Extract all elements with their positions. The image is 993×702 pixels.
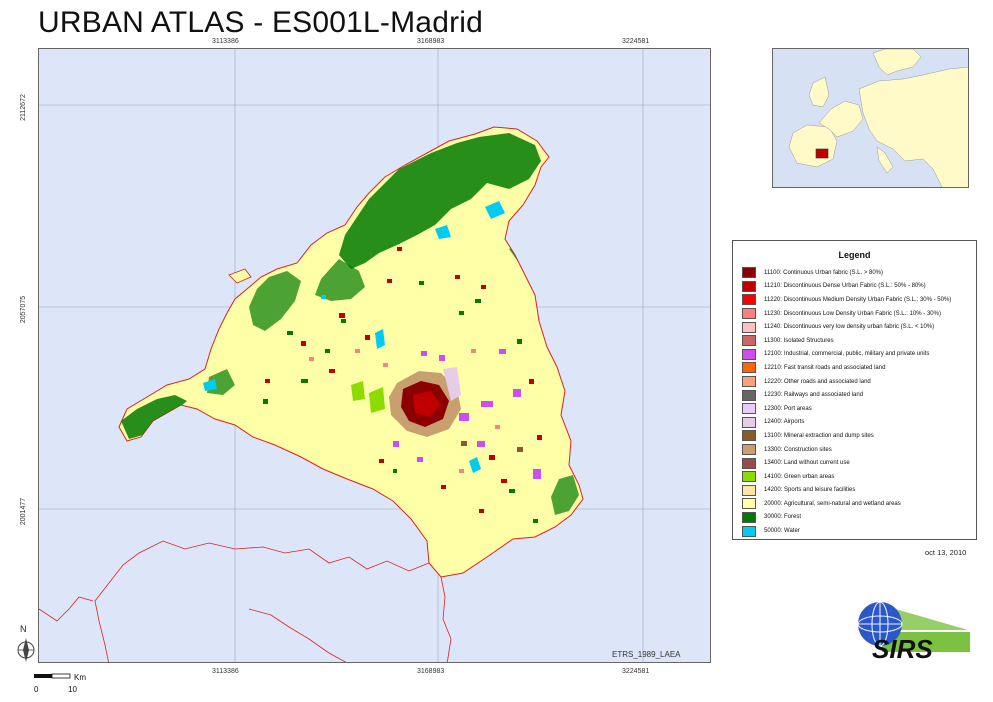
legend-label: 12300: Port areas bbox=[764, 405, 812, 412]
legend-label: 11220: Discontinuous Medium Density Urba… bbox=[764, 296, 952, 303]
legend-label: 12400: Airports bbox=[764, 419, 805, 426]
grid-label-top-2: 3168983 bbox=[417, 38, 445, 45]
legend-swatch bbox=[742, 280, 756, 292]
legend-swatch bbox=[742, 362, 756, 374]
legend-label: 11240: Discontinuous very low density ur… bbox=[764, 324, 935, 331]
legend-label: 14200: Sports and leisure facilities bbox=[764, 487, 856, 494]
legend-item: 50000: Water bbox=[733, 524, 976, 538]
north-label: N bbox=[20, 624, 27, 634]
grid-label-left-1: 2112672 bbox=[19, 94, 27, 121]
legend-item: 11230: Discontinuous Low Density Urban F… bbox=[733, 307, 976, 321]
legend-label: 20000: Agricultural, semi-natural and we… bbox=[764, 500, 901, 507]
legend-swatch bbox=[742, 471, 756, 483]
scale-bar: Km 0 10 bbox=[32, 672, 112, 696]
enclave bbox=[228, 268, 252, 284]
legend-item: 11210: Discontinuous Dense Urban Fabric … bbox=[733, 280, 976, 294]
legend-label: 50000: Water bbox=[764, 528, 800, 535]
crs-label: ETRS_1989_LAEA bbox=[612, 650, 681, 659]
map-title: URBAN ATLAS - ES001L-Madrid bbox=[38, 6, 484, 39]
legend-label: 13300: Construction sites bbox=[764, 446, 832, 453]
legend-swatch bbox=[742, 267, 756, 279]
grid-label-top-3: 3224581 bbox=[622, 38, 650, 45]
legend-swatch bbox=[742, 321, 756, 333]
grid-label-bottom-3: 3224581 bbox=[622, 668, 650, 675]
legend-item: 12210: Fast transit roads and associated… bbox=[733, 361, 976, 375]
legend-label: 12100: Industrial, commercial, public, m… bbox=[764, 351, 930, 358]
legend-label: 12220: Other roads and associated land bbox=[764, 378, 871, 385]
map-date: oct 13, 2010 bbox=[925, 548, 967, 557]
europe-overview bbox=[773, 49, 968, 187]
legend-swatch bbox=[742, 457, 756, 469]
legend-label: 14100: Green urban areas bbox=[764, 473, 835, 480]
north-arrow-icon: N bbox=[14, 620, 38, 668]
scale-unit: Km bbox=[74, 673, 86, 682]
legend-item: 30000: Forest bbox=[733, 511, 976, 525]
legend-item: 11100: Continuous Urban fabric (S.L. > 8… bbox=[733, 266, 976, 280]
scale-label-10: 10 bbox=[68, 685, 77, 694]
legend-item: 12220: Other roads and associated land bbox=[733, 375, 976, 389]
legend-item: 13300: Construction sites bbox=[733, 443, 976, 457]
province-borders bbox=[39, 540, 452, 662]
legend-label: 11210: Discontinuous Dense Urban Fabric … bbox=[764, 283, 926, 290]
sirs-logo: SIRS bbox=[852, 596, 970, 664]
legend-item: 14100: Green urban areas bbox=[733, 470, 976, 484]
legend-label: 12210: Fast transit roads and associated… bbox=[764, 364, 886, 371]
madrid-location-marker bbox=[815, 148, 829, 159]
legend-item: 13100: Mineral extraction and dump sites bbox=[733, 429, 976, 443]
legend-swatch bbox=[742, 430, 756, 442]
legend-item: 13400: Land without current use bbox=[733, 456, 976, 470]
legend-swatch bbox=[742, 416, 756, 428]
legend-swatch bbox=[742, 525, 756, 537]
legend-swatch bbox=[742, 484, 756, 496]
land-use-map bbox=[39, 49, 710, 662]
legend-item: 11240: Discontinuous very low density ur… bbox=[733, 320, 976, 334]
legend-item: 14200: Sports and leisure facilities bbox=[733, 484, 976, 498]
legend-title: Legend bbox=[838, 250, 871, 260]
grid-label-left-2: 2057075 bbox=[20, 295, 28, 324]
legend-item: 12300: Port areas bbox=[733, 402, 976, 416]
legend-label: 12230: Railways and associated land bbox=[764, 392, 864, 399]
legend-label: 11100: Continuous Urban fabric (S.L. > 8… bbox=[764, 269, 884, 276]
legend-label: 13400: Land without current use bbox=[764, 460, 850, 467]
legend-items: 11100: Continuous Urban fabric (S.L. > 8… bbox=[733, 266, 976, 538]
legend-swatch bbox=[742, 511, 756, 523]
main-map[interactable] bbox=[38, 48, 711, 663]
legend-item: 11300: Isolated Structures bbox=[733, 334, 976, 348]
legend-swatch bbox=[742, 389, 756, 401]
europe-inset-map bbox=[772, 48, 969, 188]
legend-swatch bbox=[742, 444, 756, 456]
legend-swatch bbox=[742, 308, 756, 320]
legend-swatch bbox=[742, 294, 756, 306]
legend-swatch bbox=[742, 498, 756, 510]
legend-item: 20000: Agricultural, semi-natural and we… bbox=[733, 497, 976, 511]
legend-label: 11230: Discontinuous Low Density Urban F… bbox=[764, 310, 941, 317]
scale-label-0: 0 bbox=[34, 685, 39, 694]
legend-item: 12400: Airports bbox=[733, 416, 976, 430]
grid-label-left-3: 2001477 bbox=[20, 497, 28, 526]
logo-text: SIRS bbox=[872, 634, 933, 664]
grid-label-bottom-2: 3168983 bbox=[417, 668, 445, 675]
legend-swatch bbox=[742, 403, 756, 415]
grid-label-top-1: 3113386 bbox=[212, 38, 239, 45]
madrid-region bbox=[118, 126, 584, 578]
legend-label: 30000: Forest bbox=[764, 514, 802, 521]
grid-label-bottom-1: 3113386 bbox=[212, 668, 239, 675]
legend-item: 12100: Industrial, commercial, public, m… bbox=[733, 348, 976, 362]
legend-swatch bbox=[742, 348, 756, 360]
legend-swatch bbox=[742, 376, 756, 388]
legend-label: 11300: Isolated Structures bbox=[764, 337, 834, 344]
legend-panel: Legend 11100: Continuous Urban fabric (S… bbox=[732, 240, 977, 540]
legend-label: 13100: Mineral extraction and dump sites bbox=[764, 432, 874, 439]
legend-item: 12230: Railways and associated land bbox=[733, 388, 976, 402]
legend-item: 11220: Discontinuous Medium Density Urba… bbox=[733, 293, 976, 307]
legend-swatch bbox=[742, 335, 756, 347]
